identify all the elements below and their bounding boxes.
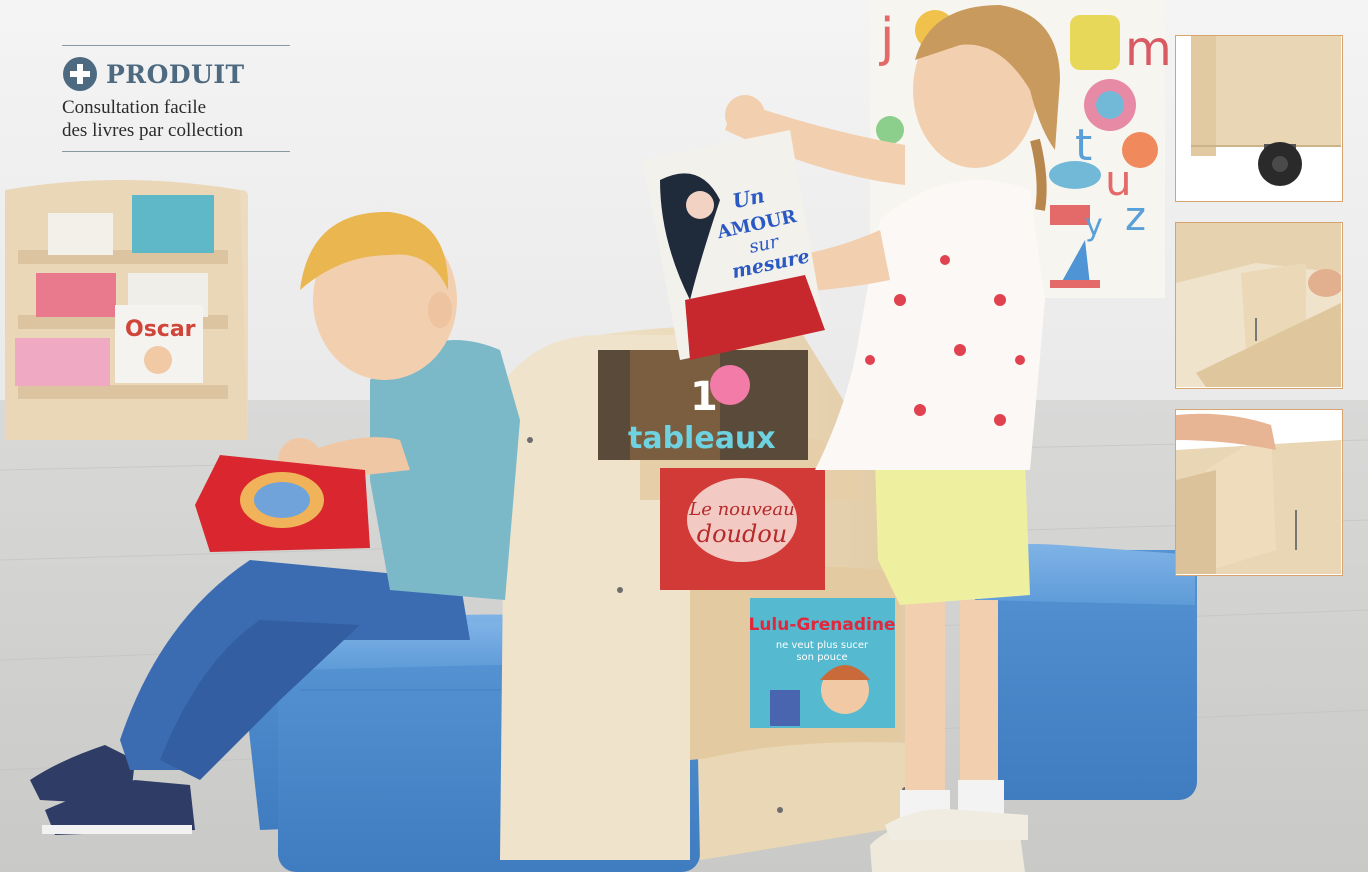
svg-text:z: z	[1125, 194, 1146, 240]
badge-top-rule	[62, 45, 290, 46]
svg-text:ne veut plus sucer: ne veut plus sucer	[776, 640, 869, 651]
badge-description-line-1: Consultation facile	[62, 97, 207, 118]
book-lulu-grenadine: Lulu-Grenadine ne veut plus sucer son po…	[749, 598, 896, 728]
svg-text:tableaux: tableaux	[628, 421, 776, 456]
book-nouveau-doudou: Le nouveau doudou	[660, 468, 825, 590]
detail-thumbnail-divider-panel	[1175, 409, 1343, 576]
badge-bottom-rule	[62, 151, 290, 152]
svg-text:Lulu-Grenadine: Lulu-Grenadine	[749, 615, 896, 635]
badge-title-row: PRODUIT	[62, 56, 290, 92]
badge-description-line-2: des livres par collection	[62, 120, 243, 141]
back-bookshelf: Oscar	[5, 180, 248, 440]
svg-text:m: m	[1125, 21, 1172, 77]
product-badge: PRODUIT Consultation facile des livres p…	[62, 45, 290, 152]
svg-text:Le nouveau: Le nouveau	[688, 499, 795, 520]
plus-circle-icon	[63, 57, 97, 91]
svg-text:j: j	[879, 8, 894, 68]
badge-title: PRODUIT	[106, 59, 245, 89]
book-title-oscar: Oscar	[125, 317, 196, 342]
book-held-by-boy	[195, 455, 370, 552]
detail-thumbnail-shelf-insert	[1175, 222, 1343, 389]
detail-thumbnail-caster-wheel	[1175, 35, 1343, 202]
svg-text:doudou: doudou	[697, 520, 788, 548]
svg-text:y: y	[1085, 208, 1103, 243]
svg-text:son pouce: son pouce	[796, 652, 847, 663]
book-tableaux: 1 tableaux	[598, 350, 808, 460]
badge-description: Consultation facile des livres par colle…	[62, 96, 290, 142]
